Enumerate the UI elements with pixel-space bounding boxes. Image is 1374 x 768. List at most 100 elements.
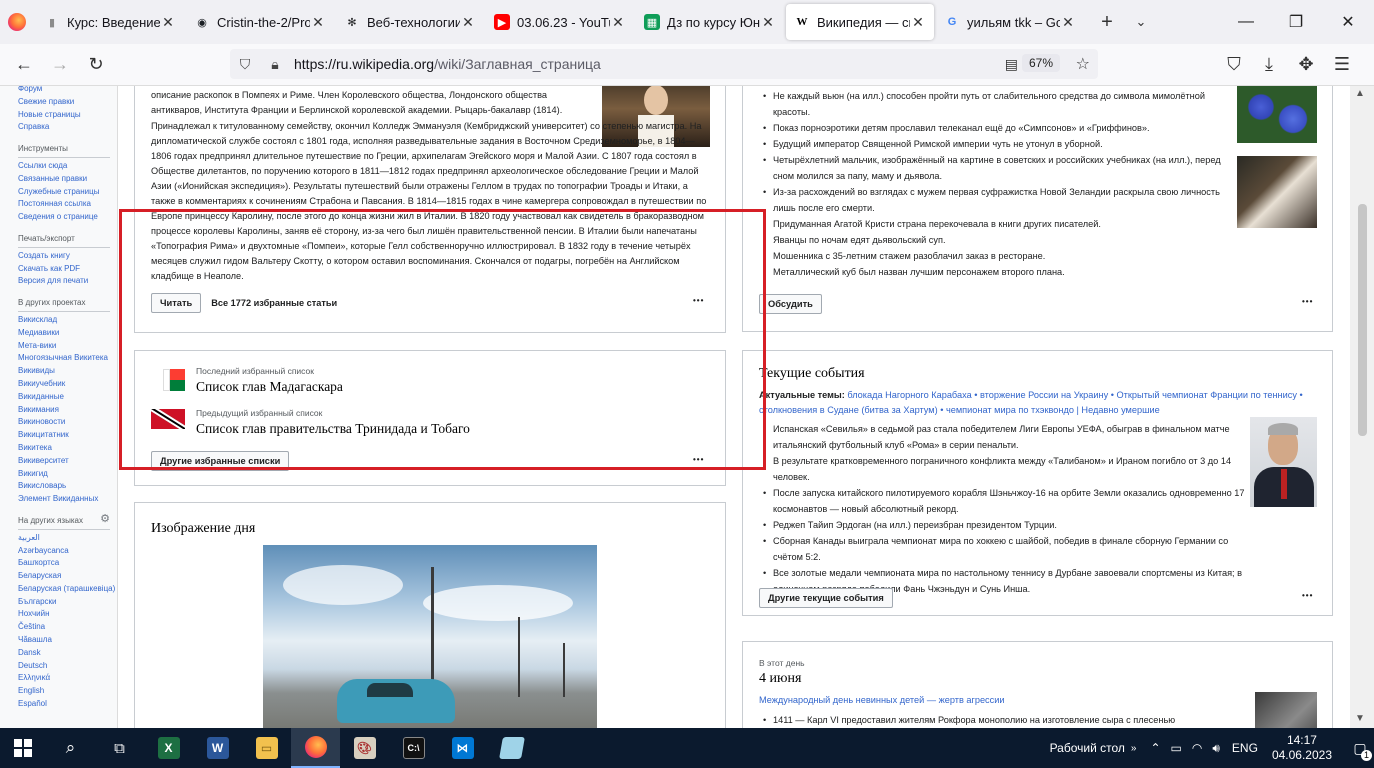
this-day-item[interactable]: 1411 — Карл VI предоставил жителям Рокфо…: [759, 712, 1239, 728]
sidebar-language-link[interactable]: Čeština: [18, 621, 117, 634]
scroll-down-arrow-icon[interactable]: ▼: [1355, 713, 1365, 724]
sidebar-project-link[interactable]: Викиучебник: [18, 378, 117, 391]
other-current-events-button[interactable]: Другие текущие события: [759, 588, 893, 608]
current-event-item[interactable]: После запуска китайского пилотируемого к…: [759, 485, 1245, 517]
file-explorer-icon[interactable]: ▭: [242, 728, 291, 768]
word-icon[interactable]: W: [193, 728, 242, 768]
sidebar-project-link[interactable]: Викигид: [18, 468, 117, 481]
clock[interactable]: 14:17 04.06.2023: [1272, 733, 1332, 763]
sidebar-language-link[interactable]: Чӑвашла: [18, 634, 117, 647]
excel-icon[interactable]: X: [144, 728, 193, 768]
morning-glory-image[interactable]: [1237, 86, 1317, 143]
zoom-indicator[interactable]: 67%: [1021, 54, 1060, 72]
vscode-icon[interactable]: ⋈: [438, 728, 487, 768]
sidebar-language-link[interactable]: Azərbaycanca: [18, 545, 117, 558]
paint-icon[interactable]: 🎨︎: [340, 728, 389, 768]
extensions-icon[interactable]: ✥: [1288, 49, 1324, 81]
battery-icon[interactable]: ▭: [1171, 741, 1182, 755]
sidebar-project-link[interactable]: Викиверситет: [18, 455, 117, 468]
language-settings-gear-icon[interactable]: ⚙: [100, 513, 110, 526]
current-event-item[interactable]: Реджеп Тайип Эрдоган (на илл.) переизбра…: [759, 517, 1245, 533]
did-you-know-item[interactable]: Не каждый вьюн (на илл.) способен пройти…: [759, 88, 1233, 120]
sidebar-link[interactable]: Свежие правки: [18, 96, 117, 109]
sidebar-project-link[interactable]: Викимания: [18, 404, 117, 417]
browser-tab[interactable]: ▮ Курс: Введение в✕: [36, 4, 184, 40]
input-language[interactable]: ENG: [1232, 741, 1258, 755]
page-scrollbar[interactable]: ▲ ▼: [1350, 86, 1374, 728]
did-you-know-item[interactable]: Будущий император Священной Римской импе…: [759, 136, 1233, 152]
did-you-know-item[interactable]: Показ порноэротики детям прославил телек…: [759, 120, 1233, 136]
current-event-item[interactable]: В результате кратковременного погранично…: [759, 453, 1245, 485]
this-day-image[interactable]: [1255, 692, 1317, 728]
browser-tab[interactable]: ✻ Веб-технологии: ✕: [336, 4, 484, 40]
sidebar-tool-link[interactable]: Сведения о странице: [18, 211, 117, 224]
did-you-know-item[interactable]: Четырёхлетний мальчик, изображённый на к…: [759, 152, 1233, 184]
firefox-menu-icon[interactable]: [0, 0, 34, 44]
scrollbar-thumb[interactable]: [1358, 204, 1367, 436]
sidebar-tool-link[interactable]: Служебные страницы: [18, 186, 117, 199]
did-you-know-more-icon[interactable]: •••: [1302, 297, 1313, 306]
sidebar-tool-link[interactable]: Постоянная ссылка: [18, 198, 117, 211]
volume-icon[interactable]: 🔊︎: [1212, 741, 1220, 756]
task-view-icon[interactable]: ⧉: [95, 728, 144, 768]
browser-tab[interactable]: ◉ Cristin-the-2/Proj ✕: [186, 4, 334, 40]
bookmark-star-icon[interactable]: ☆: [1076, 54, 1090, 74]
sidebar-project-link[interactable]: Викиданные: [18, 391, 117, 404]
sidebar-language-link[interactable]: Deutsch: [18, 660, 117, 673]
did-you-know-item[interactable]: Придуманная Агатой Кристи страна перекоч…: [759, 216, 1233, 232]
erdogan-photo[interactable]: [1250, 417, 1317, 507]
current-event-item[interactable]: Испанская «Севилья» в седьмой раз стала …: [759, 421, 1245, 453]
reader-view-icon[interactable]: ▤: [1005, 56, 1018, 73]
did-you-know-item[interactable]: Металлический куб был назван лучшим перс…: [759, 264, 1233, 280]
picture-of-day-image[interactable]: [263, 545, 597, 728]
new-tab-button[interactable]: +: [1090, 4, 1124, 40]
sidebar-print-link[interactable]: Создать книгу: [18, 250, 117, 263]
sidebar-project-link[interactable]: Викицитатник: [18, 429, 117, 442]
did-you-know-item[interactable]: Из-за расхождений во взглядах с мужем пе…: [759, 184, 1233, 216]
sidebar-language-link[interactable]: Español: [18, 698, 117, 711]
minimize-button[interactable]: —: [1223, 0, 1269, 44]
scroll-up-arrow-icon[interactable]: ▲: [1355, 88, 1365, 99]
close-tab-icon[interactable]: ✕: [910, 14, 926, 31]
sidebar-project-link[interactable]: Викитека: [18, 442, 117, 455]
sidebar-tool-link[interactable]: Ссылки сюда: [18, 160, 117, 173]
sidebar-project-link[interactable]: Викисклад: [18, 314, 117, 327]
did-you-know-item[interactable]: Мошенника с 35-летним стажем разоблачил …: [759, 248, 1233, 264]
sidebar-project-link[interactable]: Многоязычная Викитека: [18, 352, 117, 365]
sidebar-language-link[interactable]: Dansk: [18, 647, 117, 660]
close-tab-icon[interactable]: ✕: [160, 14, 176, 31]
search-icon[interactable]: ⌕: [46, 728, 95, 768]
sidebar-link[interactable]: Справка: [18, 121, 117, 134]
notifications-icon[interactable]: ▢ 1: [1346, 740, 1374, 761]
browser-tab[interactable]: ▦ Дз по курсу Юни ✕: [636, 4, 784, 40]
sidebar-link[interactable]: Форум: [18, 86, 117, 96]
desktop-toolbar-chevron-icon[interactable]: »: [1131, 743, 1137, 754]
sidebar-language-link[interactable]: Башҡортса: [18, 557, 117, 570]
close-tab-icon[interactable]: ✕: [610, 14, 626, 31]
downloads-icon[interactable]: ⤓: [1251, 49, 1287, 81]
close-tab-icon[interactable]: ✕: [1060, 14, 1076, 31]
sidebar-project-link[interactable]: Викивиды: [18, 365, 117, 378]
this-day-observance-link[interactable]: Международный день невинных детей — жерт…: [759, 695, 1005, 705]
sidebar-print-link[interactable]: Версия для печати: [18, 275, 117, 288]
sidebar-project-link[interactable]: Медиавики: [18, 327, 117, 340]
browser-tab[interactable]: ▶ 03.06.23 - YouTub✕: [486, 4, 634, 40]
pocket-icon[interactable]: ⛉: [1216, 49, 1252, 81]
sidebar-language-link[interactable]: Български: [18, 596, 117, 609]
close-tab-icon[interactable]: ✕: [460, 14, 476, 31]
list-all-tabs-chevron-icon[interactable]: ⌄: [1124, 4, 1158, 40]
notes-app-icon[interactable]: [487, 728, 536, 768]
terminal-icon[interactable]: C:\: [389, 728, 438, 768]
sidebar-language-link[interactable]: Нохчийн: [18, 608, 117, 621]
reload-button[interactable]: ↻: [78, 49, 114, 81]
app-menu-icon[interactable]: ☰: [1324, 49, 1360, 81]
sidebar-tool-link[interactable]: Связанные правки: [18, 173, 117, 186]
browser-tab[interactable]: Gуильям tkk – Goo✕: [936, 4, 1084, 40]
sidebar-print-link[interactable]: Скачать как PDF: [18, 263, 117, 276]
sidebar-link[interactable]: Новые страницы: [18, 109, 117, 122]
discuss-button[interactable]: Обсудить: [759, 294, 822, 314]
sidebar-project-link[interactable]: Викиновости: [18, 416, 117, 429]
restore-button[interactable]: ❐: [1273, 0, 1319, 44]
lock-icon[interactable]: 🔒︎: [260, 56, 290, 73]
sidebar-language-link[interactable]: English: [18, 685, 117, 698]
